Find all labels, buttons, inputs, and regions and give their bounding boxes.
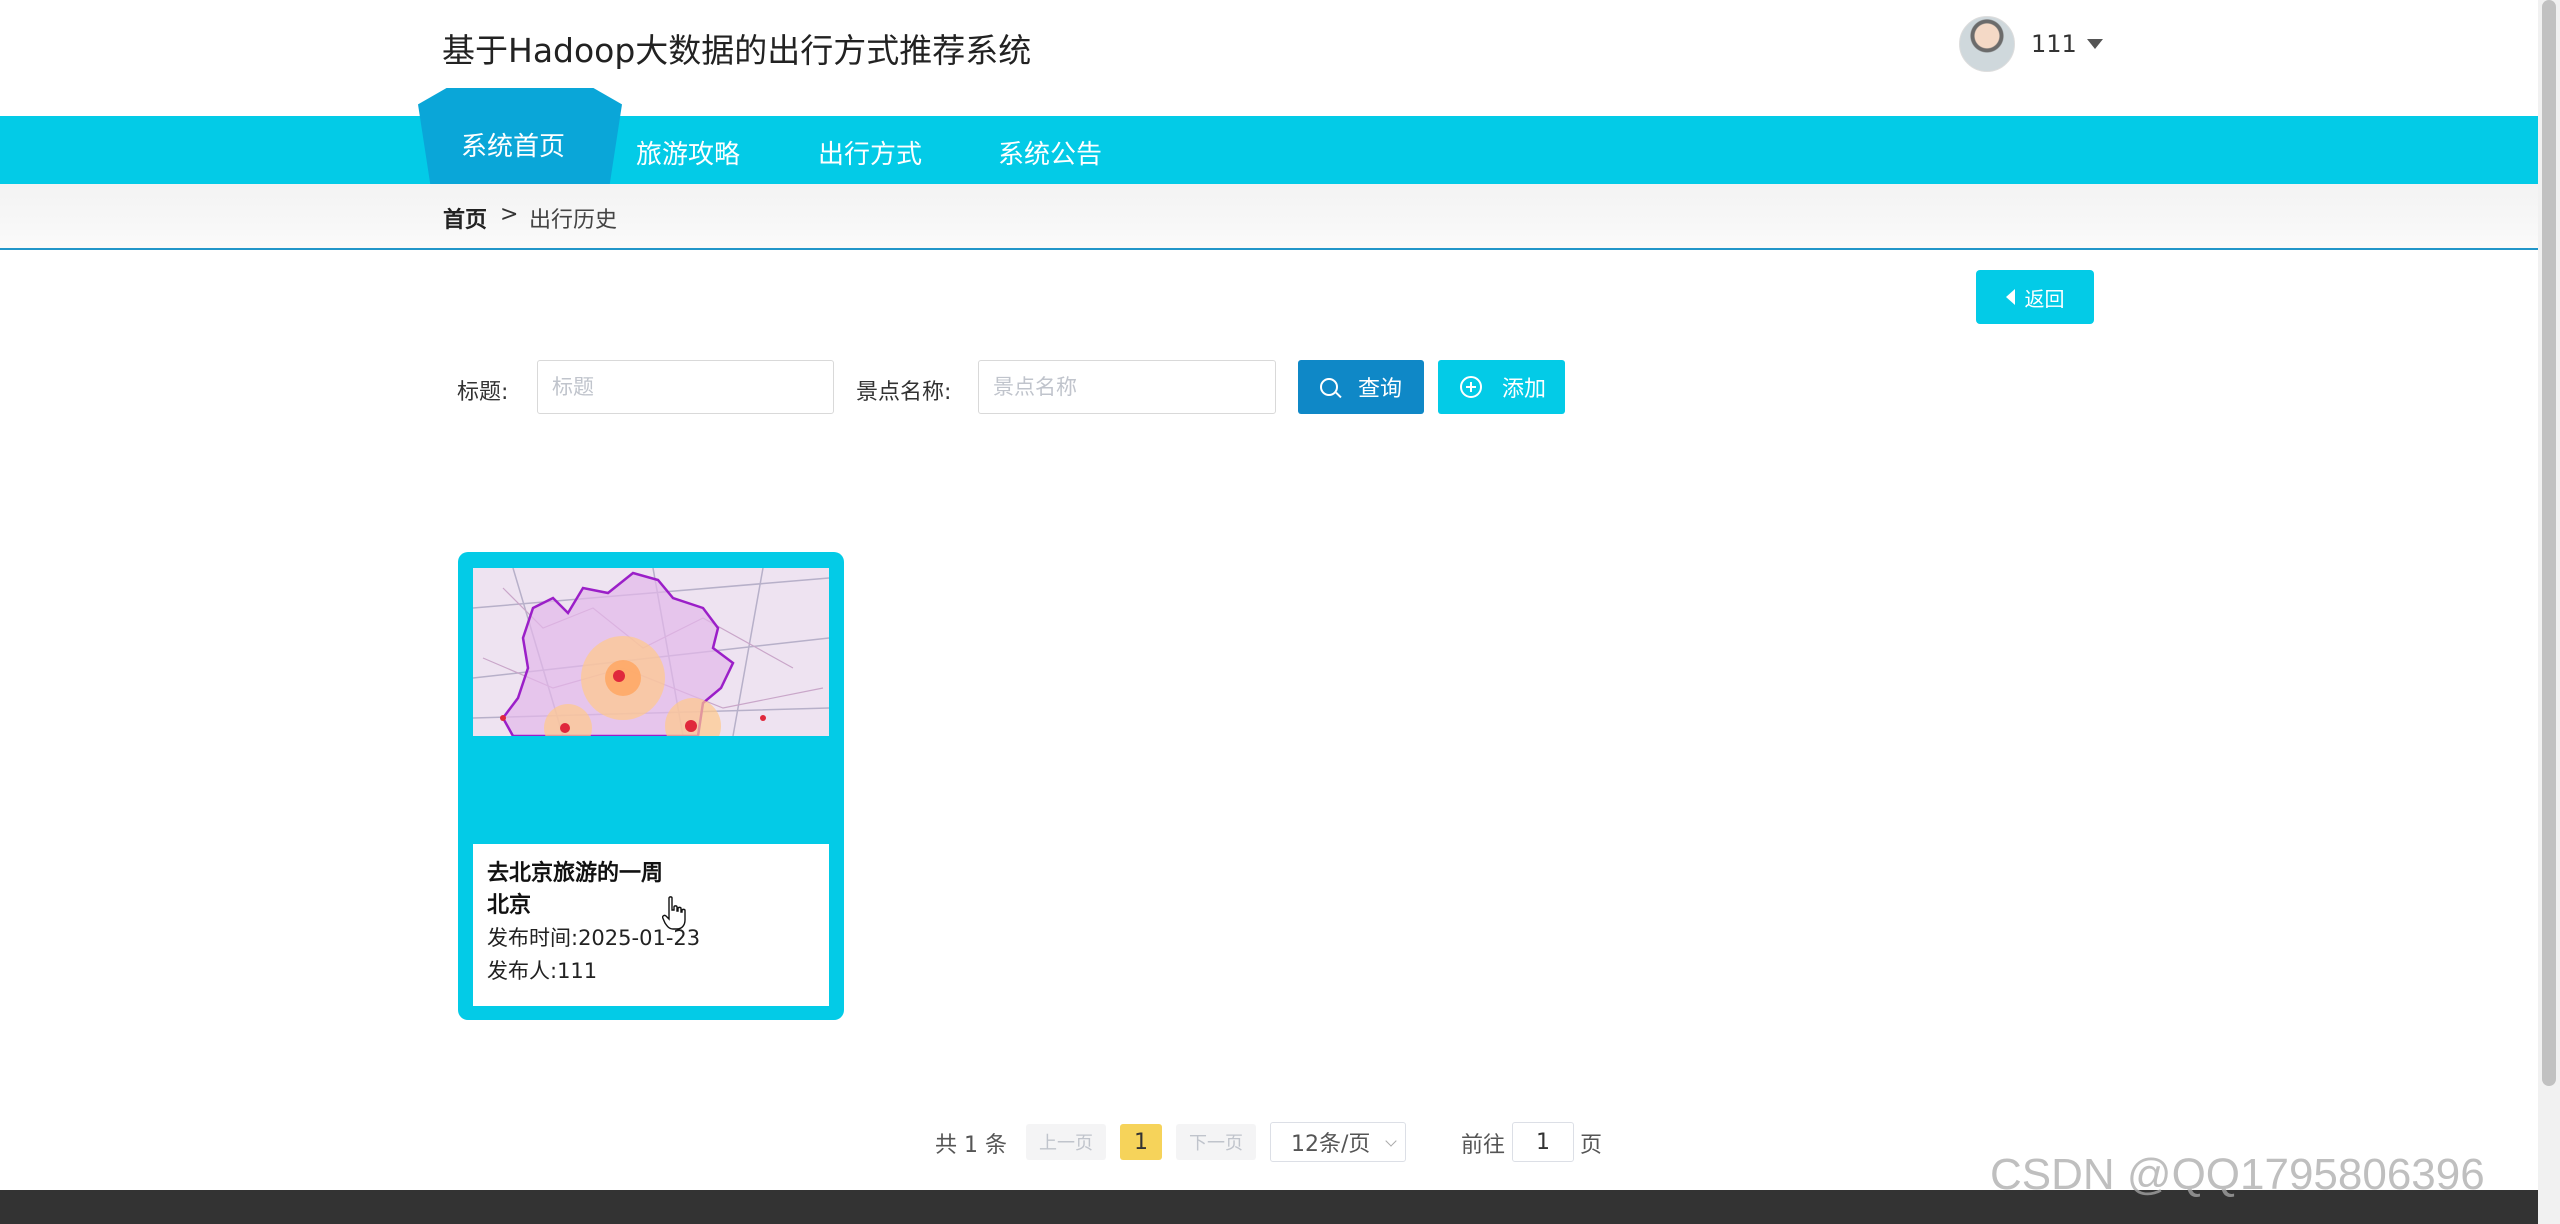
nav-item-travel-guide[interactable]: 旅游攻略: [636, 134, 740, 171]
nav-bar: [0, 116, 2538, 184]
user-menu[interactable]: 111: [1959, 16, 2103, 72]
scrollbar-thumb[interactable]: [2542, 0, 2556, 1086]
page-size-value: 12条/页: [1291, 1132, 1371, 1157]
title-label: 标题:: [457, 380, 509, 405]
breadcrumb: [0, 184, 2538, 250]
query-button[interactable]: 查询: [1298, 360, 1424, 414]
nav-item-home[interactable]: 系统首页: [461, 126, 565, 163]
add-button-label: 添加: [1502, 377, 1547, 402]
avatar[interactable]: [1959, 16, 2015, 72]
hand-cursor-icon: [662, 896, 686, 930]
travel-card[interactable]: 去北京旅游的一周 北京 发布时间:2025-01-23 发布人:111: [458, 552, 844, 1020]
caret-down-icon[interactable]: [2086, 39, 2103, 49]
spot-name-input[interactable]: [978, 360, 1276, 414]
site-title: 基于Hadoop大数据的出行方式推荐系统: [442, 31, 1032, 70]
user-name[interactable]: 111: [2031, 30, 2077, 58]
card-info[interactable]: 去北京旅游的一周 北京 发布时间:2025-01-23 发布人:111: [473, 844, 829, 1006]
breadcrumb-home[interactable]: 首页: [443, 202, 487, 234]
goto-page-input[interactable]: [1512, 1122, 1574, 1162]
page-size-select[interactable]: 12条/页: [1270, 1122, 1406, 1162]
plus-circle-icon: [1460, 376, 1482, 398]
card-place: 北京: [487, 893, 532, 918]
page-number-current[interactable]: 1: [1120, 1124, 1162, 1160]
goto-label: 前往: [1461, 1133, 1506, 1158]
card-publisher: 发布人:111: [487, 959, 598, 983]
spot-name-label: 景点名称:: [856, 380, 952, 405]
nav-item-announcement[interactable]: 系统公告: [998, 134, 1102, 171]
back-button[interactable]: 返回: [1976, 270, 2094, 324]
back-button-label: 返回: [2024, 286, 2065, 311]
breadcrumb-separator: >: [500, 202, 519, 227]
nav-item-travel-mode[interactable]: 出行方式: [818, 134, 922, 171]
query-button-label: 查询: [1358, 377, 1403, 402]
caret-left-icon: [2005, 289, 2015, 305]
title-input[interactable]: [537, 360, 834, 414]
breadcrumb-current: 出行历史: [529, 208, 618, 233]
map-image[interactable]: [473, 568, 829, 736]
card-publish-time: 发布时间:2025-01-23: [487, 926, 701, 950]
add-button[interactable]: 添加: [1438, 360, 1565, 414]
watermark-text: CSDN @QQ1795806396: [1990, 1150, 2485, 1199]
card-title: 去北京旅游的一周: [487, 861, 664, 886]
pagination-total: 共 1 条: [935, 1133, 1007, 1158]
chevron-down-icon: [1385, 1135, 1397, 1147]
search-icon: [1320, 378, 1338, 396]
scrollbar[interactable]: [2538, 0, 2560, 1224]
prev-page-button[interactable]: 上一页: [1026, 1124, 1106, 1160]
page-suffix-label: 页: [1580, 1133, 1603, 1158]
next-page-button[interactable]: 下一页: [1176, 1124, 1256, 1160]
